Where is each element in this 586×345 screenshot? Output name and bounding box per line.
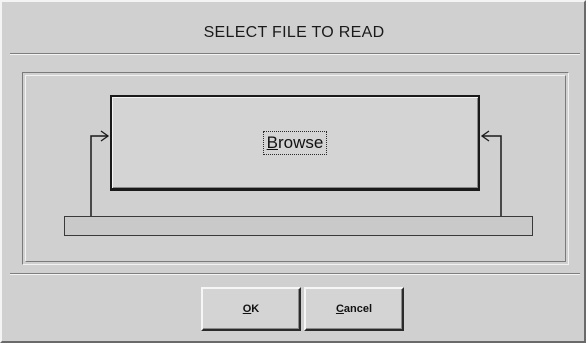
ok-button[interactable]: OK (201, 287, 301, 331)
browse-label-rest: rowse (277, 132, 324, 152)
dialog-title: SELECT FILE TO READ (203, 24, 385, 41)
browse-mnemonic: B (266, 132, 278, 152)
footer-divider (10, 273, 580, 275)
cancel-label-rest: ancel (343, 303, 373, 315)
cancel-button[interactable]: Cancel (304, 287, 404, 331)
select-file-dialog: SELECT FILE TO READ Browse OK Cancel (0, 0, 586, 343)
ok-label-rest: K (251, 303, 260, 315)
ok-mnemonic: O (242, 303, 252, 315)
browse-button-label: Browse (262, 130, 328, 155)
cancel-mnemonic: C (335, 303, 344, 315)
file-shelf (64, 216, 533, 236)
browse-button[interactable]: Browse (110, 95, 480, 191)
title-divider (10, 53, 580, 55)
